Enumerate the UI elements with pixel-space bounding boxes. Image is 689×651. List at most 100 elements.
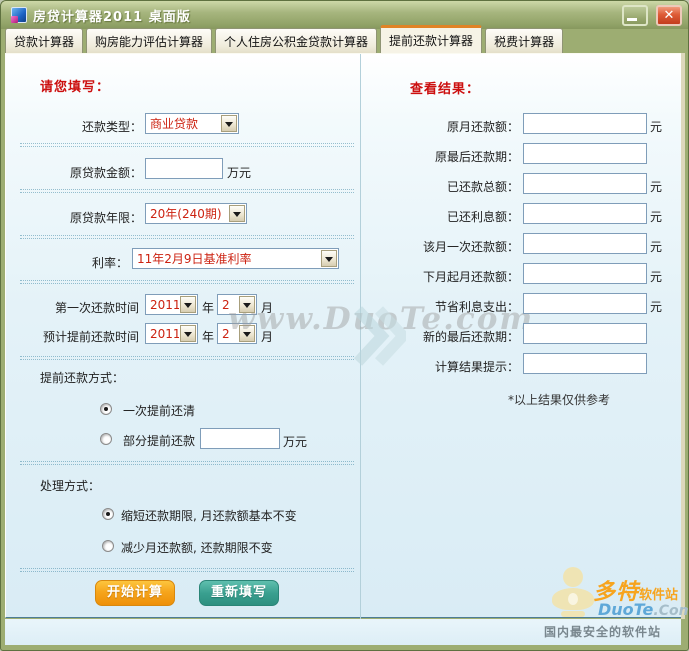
calculate-button[interactable]: 开始计算: [95, 580, 175, 606]
minimize-button[interactable]: [622, 5, 648, 26]
chevron-down-icon: [180, 296, 196, 313]
result-unit: 元: [650, 118, 662, 135]
process-method-label: 处理方式：: [40, 477, 100, 494]
shorten-term-label[interactable]: 缩短还款期限, 月还款额基本不变: [121, 507, 297, 524]
result-hint-input[interactable]: [523, 353, 647, 374]
partial-prepay-unit: 万元: [283, 433, 307, 450]
chevron-down-icon: [180, 325, 196, 342]
result-label: 已还款总额：: [362, 178, 519, 195]
separator: [20, 461, 354, 465]
prepay-partial-radio[interactable]: [100, 433, 112, 445]
repay-type-select[interactable]: 商业贷款: [145, 113, 239, 134]
result-unit: 元: [650, 208, 662, 225]
prepay-full-radio[interactable]: [100, 403, 112, 415]
loan-amount-unit: 万元: [227, 164, 251, 181]
result-unit: 元: [650, 178, 662, 195]
duote-domain-suffix: .Com: [653, 603, 689, 619]
first-payment-date-label: 第一次还款时间: [6, 299, 139, 316]
total-repaid-input[interactable]: [523, 173, 647, 194]
window-title: 房贷计算器2011 桌面版: [33, 6, 614, 25]
partial-prepay-amount-input[interactable]: [200, 428, 280, 449]
prepay-year-select[interactable]: 2011: [145, 323, 198, 344]
duote-tagline: 国内最安全的软件站: [544, 623, 661, 640]
duote-domain-main: DuoTe: [598, 600, 653, 619]
month-suffix: 月: [261, 328, 273, 345]
loan-amount-input[interactable]: [145, 158, 223, 179]
tab-prepayment-calculator[interactable]: 提前还款计算器: [380, 25, 482, 53]
rate-select[interactable]: 11年2月9日基准利率: [132, 248, 339, 269]
next-month-payment-input[interactable]: [523, 263, 647, 284]
loan-term-value: 20年(240期): [146, 205, 228, 222]
prepay-year-value: 2011: [146, 327, 179, 341]
separator: [20, 143, 354, 147]
tab-housing-fund-loan-calculator[interactable]: 个人住房公积金贷款计算器: [215, 28, 377, 53]
first-payment-year-value: 2011: [146, 298, 179, 312]
results-disclaimer: *以上结果仅供参考: [508, 391, 610, 408]
prepay-month-select[interactable]: 2: [217, 323, 257, 344]
loan-term-select[interactable]: 20年(240期): [145, 203, 247, 224]
loan-term-label: 原贷款年限：: [6, 209, 142, 226]
result-label: 该月一次还款额：: [362, 238, 519, 255]
prepay-date-label: 预计提前还款时间: [6, 328, 139, 345]
duote-person-icon: [552, 567, 594, 617]
original-monthly-payment-input[interactable]: [523, 113, 647, 134]
loan-amount-label: 原贷款金额：: [6, 164, 142, 181]
reduce-payment-radio[interactable]: [102, 540, 114, 552]
duote-domain: DuoTe.Com: [598, 600, 689, 619]
interest-saved-input[interactable]: [523, 293, 647, 314]
result-label: 新的最后还款期：: [362, 328, 519, 345]
separator: [20, 356, 354, 360]
chevron-down-icon: [221, 115, 237, 132]
tab-bar: 贷款计算器 购房能力评估计算器 个人住房公积金贷款计算器 提前还款计算器 税费计…: [5, 30, 566, 53]
result-unit: 元: [650, 238, 662, 255]
separator: [20, 568, 354, 572]
month-suffix: 月: [261, 299, 273, 316]
repay-type-label: 还款类型：: [6, 118, 142, 135]
titlebar: 房贷计算器2011 桌面版 ✕: [1, 1, 688, 29]
first-payment-year-select[interactable]: 2011: [145, 294, 198, 315]
chevron-down-icon: [321, 250, 337, 267]
result-label: 计算结果提示：: [362, 358, 519, 375]
first-payment-month-value: 2: [218, 298, 238, 312]
app-icon: [11, 7, 27, 23]
reduce-payment-label[interactable]: 减少月还款额, 还款期限不变: [121, 539, 273, 556]
rate-value: 11年2月9日基准利率: [133, 250, 320, 267]
separator: [20, 189, 354, 193]
prepayment-calculator-panel: 请您填写： 还款类型： 商业贷款 原贷款金额： 万元 原贷款年限： 20年(24…: [5, 53, 681, 618]
panel-divider: [360, 54, 361, 619]
tab-tax-calculator[interactable]: 税费计算器: [485, 28, 563, 53]
close-button[interactable]: ✕: [656, 5, 682, 26]
separator: [20, 235, 354, 239]
result-label: 已还利息额：: [362, 208, 519, 225]
results-heading: 查看结果：: [410, 78, 480, 97]
prepay-month-value: 2: [218, 327, 238, 341]
minimize-icon: [627, 18, 637, 21]
repay-type-value: 商业贷款: [146, 115, 220, 132]
original-last-payment-date-input[interactable]: [523, 143, 647, 164]
prepay-method-label: 提前还款方式：: [40, 369, 124, 386]
first-payment-month-select[interactable]: 2: [217, 294, 257, 315]
rate-label: 利率：: [6, 254, 128, 271]
chevron-down-icon: [239, 325, 255, 342]
result-label: 下月起月还款额：: [362, 268, 519, 285]
tab-affordability-calculator[interactable]: 购房能力评估计算器: [86, 28, 212, 53]
result-label: 原最后还款期：: [362, 148, 519, 165]
prepay-full-label[interactable]: 一次提前还清: [123, 402, 195, 419]
tab-loan-calculator[interactable]: 贷款计算器: [5, 28, 83, 53]
close-icon: ✕: [664, 8, 675, 23]
reset-button[interactable]: 重新填写: [199, 580, 279, 606]
year-suffix: 年: [202, 299, 214, 316]
prepay-partial-label[interactable]: 部分提前还款: [123, 432, 195, 449]
interest-repaid-input[interactable]: [523, 203, 647, 224]
result-unit: 元: [650, 268, 662, 285]
chevron-down-icon: [229, 205, 245, 222]
form-heading: 请您填写：: [40, 76, 110, 95]
year-suffix: 年: [202, 328, 214, 345]
shorten-term-radio[interactable]: [102, 508, 114, 520]
chevron-down-icon: [239, 296, 255, 313]
result-unit: 元: [650, 298, 662, 315]
onetime-payment-this-month-input[interactable]: [523, 233, 647, 254]
new-last-payment-date-input[interactable]: [523, 323, 647, 344]
result-label: 节省利息支出：: [362, 298, 519, 315]
app-window: 房贷计算器2011 桌面版 ✕ 贷款计算器 购房能力评估计算器 个人住房公积金贷…: [0, 0, 689, 651]
